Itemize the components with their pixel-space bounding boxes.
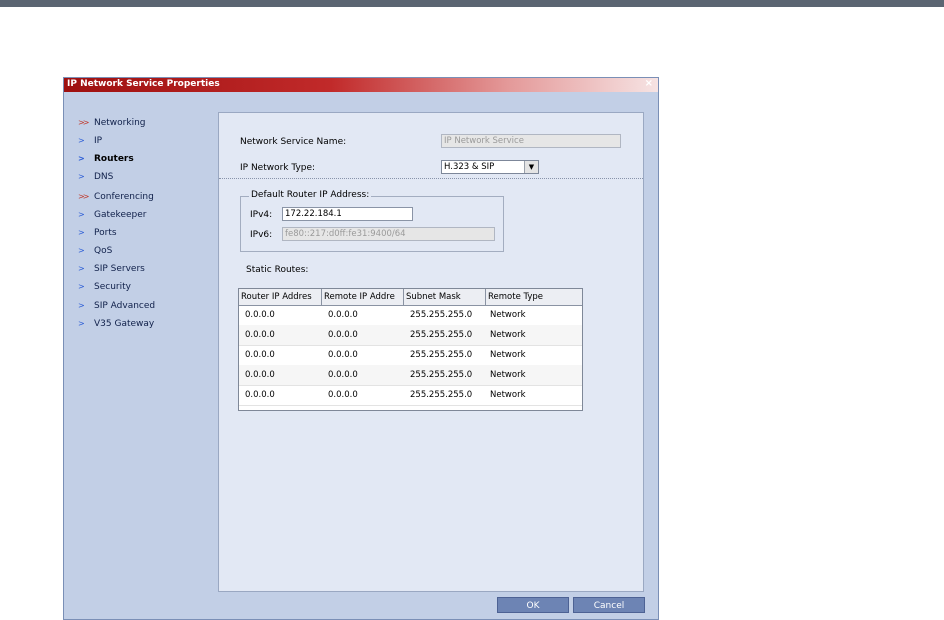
remote-type-cell: Network (490, 310, 526, 320)
remote-type-cell: Network (490, 330, 526, 340)
network-type-value: H.323 & SIP (444, 162, 495, 172)
column-header-remote-type[interactable]: Remote Type (486, 289, 582, 305)
cancel-button[interactable]: Cancel (573, 597, 645, 613)
chevron-icon: > (78, 282, 85, 291)
sidebar-item-label: IP (94, 136, 103, 146)
ipv4-field[interactable]: 172.22.184.1 (282, 207, 413, 221)
sidebar-item-security[interactable]: > Security (78, 280, 131, 294)
table-row[interactable]: 0.0.0.0 0.0.0.0 255.255.255.0 Network (239, 385, 582, 406)
remote-ip-cell: 0.0.0.0 (328, 350, 358, 360)
sidebar-item-label: QoS (94, 246, 113, 256)
separator (219, 178, 643, 179)
column-header-router-ip[interactable]: Router IP Addres (239, 289, 322, 305)
remote-ip-cell: 0.0.0.0 (328, 330, 358, 340)
sidebar-item-routers[interactable]: > Routers (78, 152, 134, 166)
router-ip-cell: 0.0.0.0 (245, 310, 275, 320)
router-ip-cell: 0.0.0.0 (245, 390, 275, 400)
network-type-label: IP Network Type: (240, 163, 316, 173)
sidebar-item-label: Gatekeeper (94, 210, 147, 220)
sidebar-item-label: SIP Advanced (94, 301, 156, 311)
sidebar-item-networking[interactable]: >> Networking (78, 116, 146, 130)
chevron-icon: > (78, 301, 85, 310)
subnet-mask-cell: 255.255.255.0 (410, 370, 473, 380)
routers-panel: Network Service Name: IP Network Service… (218, 112, 644, 592)
sidebar-item-conferencing[interactable]: >> Conferencing (78, 190, 154, 204)
table-row[interactable]: 0.0.0.0 0.0.0.0 255.255.255.0 Network (239, 305, 582, 326)
remote-ip-cell: 0.0.0.0 (328, 370, 358, 380)
ipv4-label: IPv4: (250, 210, 273, 220)
sidebar-item-label: Ports (94, 228, 117, 238)
sidebar-item-dns[interactable]: > DNS (78, 170, 113, 184)
sidebar-item-ports[interactable]: > Ports (78, 226, 117, 240)
ipv6-label: IPv6: (250, 230, 273, 240)
subnet-mask-cell: 255.255.255.0 (410, 310, 473, 320)
double-chevron-icon: >> (78, 118, 89, 127)
sidebar-item-label: DNS (94, 172, 114, 182)
sidebar-item-sip-servers[interactable]: > SIP Servers (78, 262, 145, 276)
subnet-mask-cell: 255.255.255.0 (410, 350, 473, 360)
default-router-group: Default Router IP Address: IPv4: 172.22.… (240, 190, 504, 252)
service-name-label: Network Service Name: (240, 137, 347, 147)
double-chevron-icon: >> (78, 192, 89, 201)
remote-ip-cell: 0.0.0.0 (328, 390, 358, 400)
dialog-title: IP Network Service Properties (67, 79, 220, 89)
title-bar[interactable]: IP Network Service Properties × (64, 78, 658, 92)
network-type-select[interactable]: H.323 & SIP ▼ (441, 160, 539, 174)
sidebar-item-qos[interactable]: > QoS (78, 244, 112, 258)
router-ip-cell: 0.0.0.0 (245, 350, 275, 360)
sidebar-item-ip[interactable]: > IP (78, 134, 102, 148)
router-ip-cell: 0.0.0.0 (245, 370, 275, 380)
column-header-subnet-mask[interactable]: Subnet Mask (404, 289, 486, 305)
sidebar-item-label: Networking (94, 118, 146, 128)
subnet-mask-cell: 255.255.255.0 (410, 330, 473, 340)
sidebar-item-sip-advanced[interactable]: > SIP Advanced (78, 299, 155, 313)
default-router-legend: Default Router IP Address: (249, 190, 372, 200)
chevron-down-icon[interactable]: ▼ (524, 161, 538, 173)
sidebar-item-label: Conferencing (94, 192, 154, 202)
sidebar-item-label: SIP Servers (94, 264, 145, 274)
top-bar (0, 0, 944, 7)
close-icon[interactable]: × (645, 78, 653, 89)
ip-network-service-dialog: IP Network Service Properties × >> Networ… (63, 77, 659, 620)
subnet-mask-cell: 255.255.255.0 (410, 390, 473, 400)
table-header: Router IP Addres Remote IP Addre Subnet … (239, 289, 582, 306)
chevron-icon: > (78, 172, 85, 181)
remote-ip-cell: 0.0.0.0 (328, 310, 358, 320)
sidebar-nav: >> Networking > IP > Routers > DNS >> Confere… (64, 92, 216, 619)
remote-type-cell: Network (490, 350, 526, 360)
static-routes-label: Static Routes: (246, 265, 309, 275)
remote-type-cell: Network (490, 370, 526, 380)
sidebar-item-label: Routers (94, 154, 134, 164)
chevron-icon: > (78, 264, 85, 273)
chevron-icon: > (78, 136, 85, 145)
chevron-icon: > (78, 246, 85, 255)
chevron-icon: > (78, 228, 85, 237)
table-row[interactable]: 0.0.0.0 0.0.0.0 255.255.255.0 Network (239, 365, 582, 386)
chevron-icon: > (78, 210, 85, 219)
sidebar-item-label: Security (94, 282, 131, 292)
column-header-remote-ip[interactable]: Remote IP Addre (322, 289, 404, 305)
remote-type-cell: Network (490, 390, 526, 400)
chevron-icon: > (78, 319, 85, 328)
chevron-icon: > (78, 154, 85, 163)
ipv6-field[interactable]: fe80::217:d0ff:fe31:9400/64 (282, 227, 495, 241)
sidebar-item-label: V35 Gateway (94, 319, 155, 329)
static-routes-table: Router IP Addres Remote IP Addre Subnet … (238, 288, 583, 411)
table-row[interactable]: 0.0.0.0 0.0.0.0 255.255.255.0 Network (239, 345, 582, 366)
sidebar-item-v35-gateway[interactable]: > V35 Gateway (78, 317, 154, 331)
sidebar-item-gatekeeper[interactable]: > Gatekeeper (78, 208, 146, 222)
table-row[interactable]: 0.0.0.0 0.0.0.0 255.255.255.0 Network (239, 325, 582, 346)
ok-button[interactable]: OK (497, 597, 569, 613)
service-name-field[interactable]: IP Network Service (441, 134, 621, 148)
router-ip-cell: 0.0.0.0 (245, 330, 275, 340)
